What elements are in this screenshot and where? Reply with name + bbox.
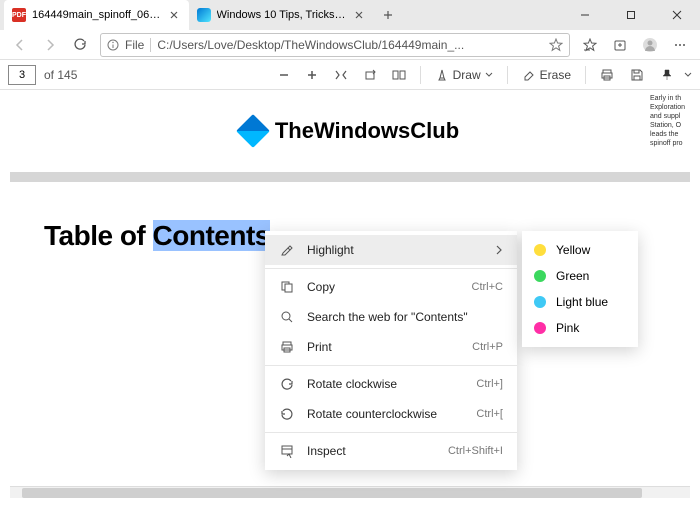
highlight-submenu: Yellow Green Light blue Pink [522, 231, 638, 347]
color-swatch [534, 296, 546, 308]
menu-copy[interactable]: Copy Ctrl+C [265, 272, 517, 302]
titlebar: PDF 164449main_spinoff_06.pdf Windows 10… [0, 0, 700, 30]
tab-title: Windows 10 Tips, Tricks, Help, S... [217, 9, 347, 21]
minimize-button[interactable] [562, 0, 608, 30]
highlight-color-pink[interactable]: Pink [522, 315, 638, 341]
chevron-down-icon[interactable] [684, 71, 692, 79]
collections-button[interactable] [606, 31, 634, 59]
rotate-cw-icon [279, 377, 295, 391]
pin-toolbar-button[interactable] [654, 61, 680, 89]
menu-rotate-ccw[interactable]: Rotate counterclockwise Ctrl+[ [265, 399, 517, 429]
close-tab-button[interactable] [168, 8, 181, 22]
rotate-ccw-icon [279, 407, 295, 421]
forward-button[interactable] [36, 31, 64, 59]
print-icon [279, 340, 295, 354]
menu-search-web[interactable]: Search the web for "Contents" [265, 302, 517, 332]
print-button[interactable] [594, 61, 620, 89]
scrollbar-thumb[interactable] [22, 488, 642, 498]
highlighter-icon [279, 243, 295, 257]
close-window-button[interactable] [654, 0, 700, 30]
address-bar: File C:/Users/Love/Desktop/TheWindowsClu… [0, 30, 700, 60]
menu-print[interactable]: Print Ctrl+P [265, 332, 517, 362]
url-path: C:/Users/Love/Desktop/TheWindowsClub/164… [157, 38, 543, 52]
tab-secondary[interactable]: Windows 10 Tips, Tricks, Help, S... [189, 0, 374, 30]
menu-separator [265, 365, 517, 366]
back-button[interactable] [6, 31, 34, 59]
menu-inspect[interactable]: Inspect Ctrl+Shift+I [265, 436, 517, 466]
menu-separator [265, 268, 517, 269]
highlight-color-lightblue[interactable]: Light blue [522, 289, 638, 315]
menu-separator [265, 432, 517, 433]
save-button[interactable] [624, 61, 650, 89]
page-banner: TheWindowsClub [10, 90, 690, 172]
page-view-button[interactable] [386, 61, 412, 89]
star-icon[interactable] [549, 38, 563, 52]
inspect-icon [279, 444, 295, 458]
menu-rotate-cw[interactable]: Rotate clockwise Ctrl+] [265, 369, 517, 399]
scheme-label: File [125, 38, 144, 52]
refresh-button[interactable] [66, 31, 94, 59]
tab-pdf[interactable]: PDF 164449main_spinoff_06.pdf [4, 0, 189, 30]
color-swatch [534, 322, 546, 334]
color-swatch [534, 244, 546, 256]
tabs-strip: PDF 164449main_spinoff_06.pdf Windows 10… [0, 0, 402, 30]
chevron-right-icon [495, 245, 503, 255]
maximize-button[interactable] [608, 0, 654, 30]
erase-label: Erase [540, 68, 571, 82]
url-divider [150, 38, 151, 52]
page-number-input[interactable] [8, 65, 36, 85]
highlight-color-yellow[interactable]: Yellow [522, 237, 638, 263]
new-tab-button[interactable] [374, 0, 402, 30]
pdf-favicon: PDF [12, 8, 26, 22]
twc-logo-icon [236, 114, 270, 148]
zoom-in-button[interactable] [300, 61, 324, 89]
rotate-button[interactable] [358, 61, 382, 89]
pdf-toolbar: of 145 Draw Erase [0, 60, 700, 90]
horizontal-scrollbar[interactable] [10, 486, 690, 498]
draw-label: Draw [453, 68, 481, 82]
fit-width-button[interactable] [328, 61, 354, 89]
search-icon [279, 310, 295, 324]
zoom-out-button[interactable] [272, 61, 296, 89]
erase-button[interactable]: Erase [516, 61, 577, 89]
window-controls [562, 0, 700, 30]
page-total: of 145 [44, 68, 77, 82]
tab-title: 164449main_spinoff_06.pdf [32, 9, 162, 21]
highlight-color-green[interactable]: Green [522, 263, 638, 289]
selected-text[interactable]: Contents [153, 220, 270, 251]
banner-brand: TheWindowsClub [241, 118, 459, 144]
favorites-button[interactable] [576, 31, 604, 59]
menu-highlight[interactable]: Highlight [265, 235, 517, 265]
info-icon [107, 39, 119, 51]
edge-favicon [197, 8, 211, 22]
more-button[interactable] [666, 31, 694, 59]
color-swatch [534, 270, 546, 282]
side-text-fragment: Early in th Exploration and suppl Statio… [646, 90, 690, 172]
context-menu: Highlight Copy Ctrl+C Search the web for… [265, 231, 517, 470]
draw-button[interactable]: Draw [429, 61, 499, 89]
close-tab-button[interactable] [353, 8, 367, 22]
profile-button[interactable] [636, 31, 664, 59]
url-box[interactable]: File C:/Users/Love/Desktop/TheWindowsClu… [100, 33, 570, 57]
copy-icon [279, 280, 295, 294]
